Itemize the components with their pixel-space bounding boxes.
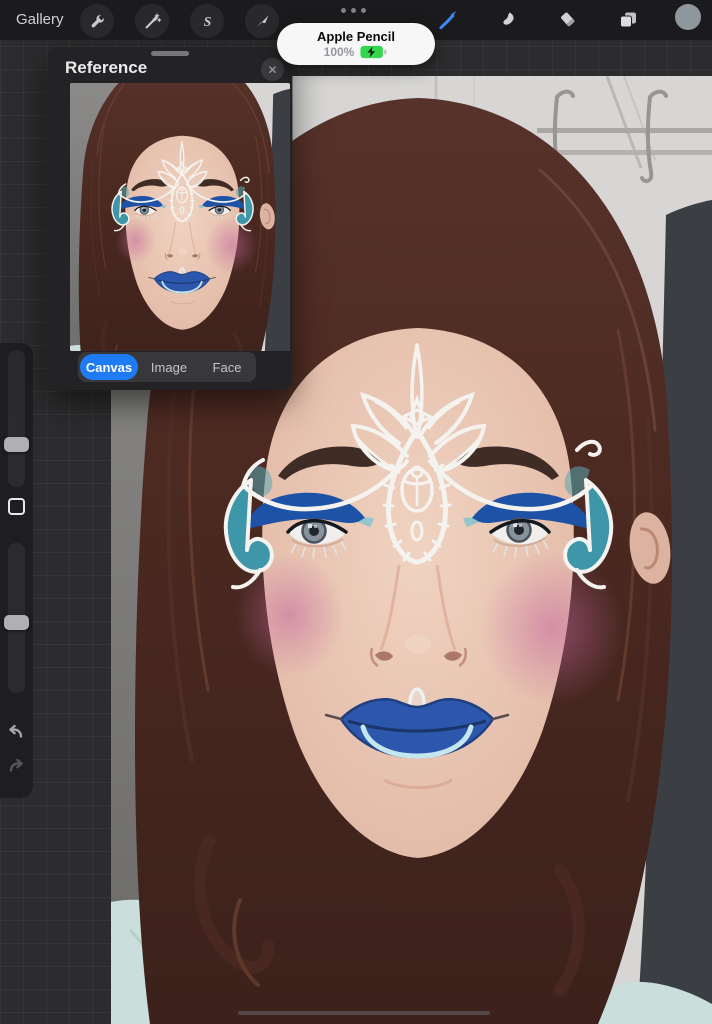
apple-pencil-title: Apple Pencil	[317, 29, 395, 44]
tab-image[interactable]: Image	[140, 352, 198, 382]
apple-pencil-popup: Apple Pencil 100%	[277, 23, 435, 65]
magic-wand-icon	[143, 12, 162, 31]
brush-size-slider[interactable]	[8, 350, 25, 487]
smudge-button[interactable]	[496, 8, 520, 32]
undo-icon[interactable]	[5, 721, 27, 743]
eraser-icon	[557, 9, 579, 31]
reference-tabs: Canvas Image Face	[78, 352, 256, 382]
battery-percent: 100%	[324, 45, 355, 59]
close-icon[interactable]: ✕	[261, 58, 284, 81]
reference-panel-title: Reference	[65, 58, 147, 78]
actions-button[interactable]	[80, 4, 114, 38]
smudge-icon	[497, 9, 519, 31]
brush-size-handle[interactable]	[4, 437, 29, 452]
tab-face[interactable]: Face	[198, 352, 256, 382]
layers-button[interactable]	[616, 8, 640, 32]
procreate-app: Reference ✕ Canvas Image Face Gallery	[0, 0, 712, 1024]
drag-handle[interactable]	[151, 51, 189, 56]
selection-s-icon: S	[198, 12, 217, 31]
layers-icon	[617, 9, 639, 31]
brush-sidebar	[0, 343, 33, 798]
paint-brush-icon	[436, 8, 460, 32]
eraser-button[interactable]	[556, 8, 580, 32]
reference-panel: Reference ✕ Canvas Image Face	[48, 47, 292, 390]
wrench-icon	[88, 12, 107, 31]
paint-brush-button[interactable]	[436, 8, 460, 32]
home-indicator[interactable]	[238, 1011, 490, 1015]
reference-image[interactable]	[70, 83, 290, 351]
svg-text:S: S	[203, 14, 211, 29]
canvas-options-icon[interactable]	[341, 8, 366, 13]
color-swatch-button[interactable]	[675, 4, 701, 30]
transform-arrow-icon	[253, 12, 272, 31]
gallery-button[interactable]: Gallery	[16, 0, 64, 40]
opacity-handle[interactable]	[4, 615, 29, 630]
modify-button[interactable]	[8, 498, 25, 515]
transform-button[interactable]	[245, 4, 279, 38]
adjustments-button[interactable]	[135, 4, 169, 38]
tab-canvas[interactable]: Canvas	[80, 354, 138, 380]
selection-button[interactable]: S	[190, 4, 224, 38]
battery-charging-icon	[360, 45, 388, 59]
redo-icon[interactable]	[5, 755, 27, 777]
